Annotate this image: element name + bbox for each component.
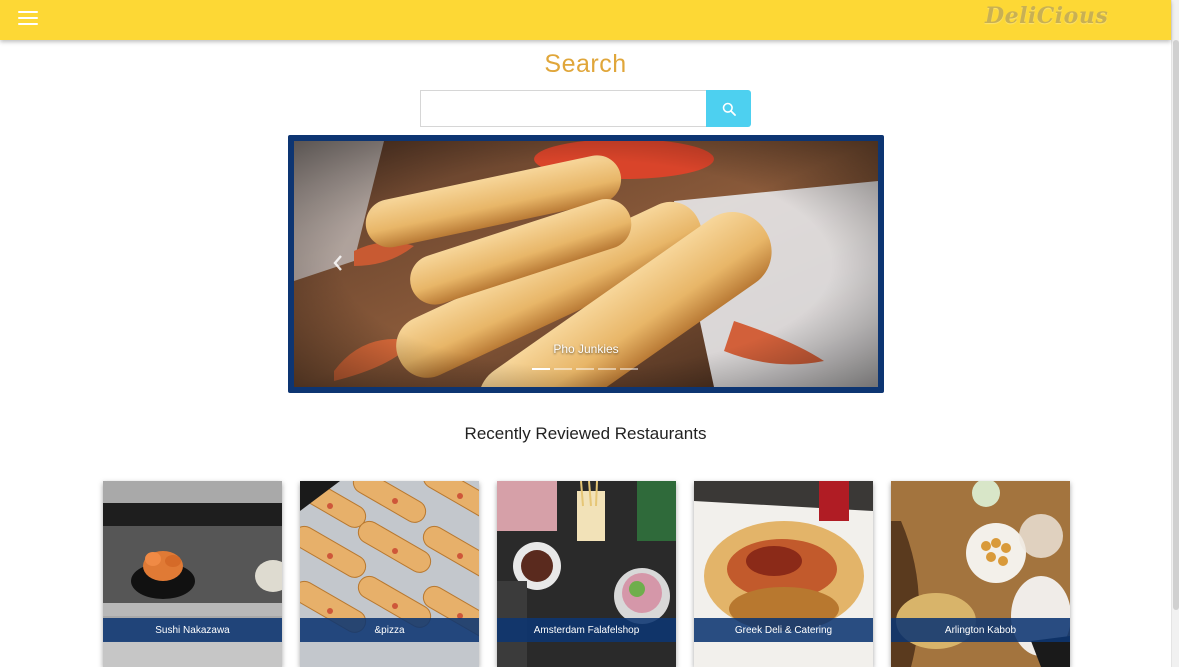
restaurant-card[interactable]: Sushi Nakazawa bbox=[103, 481, 282, 667]
restaurant-card-list: Sushi Nakazawa &pizza Amsterdam Falafels… bbox=[103, 481, 1070, 667]
restaurant-card[interactable]: Arlington Kabob bbox=[891, 481, 1070, 667]
featured-carousel: Pho Junkies bbox=[288, 135, 884, 393]
restaurant-card[interactable]: Amsterdam Falafelshop bbox=[497, 481, 676, 667]
search-button[interactable] bbox=[706, 90, 751, 127]
carousel-indicator-4[interactable] bbox=[598, 368, 616, 370]
restaurant-name: &pizza bbox=[300, 618, 479, 642]
search-icon bbox=[722, 102, 736, 116]
recently-reviewed-heading: Recently Reviewed Restaurants bbox=[464, 424, 707, 443]
brand-logo[interactable]: DeliCious bbox=[985, 3, 1108, 29]
carousel-caption: Pho Junkies bbox=[553, 342, 619, 356]
hamburger-menu-icon[interactable] bbox=[18, 11, 38, 27]
page-scrollbar[interactable] bbox=[1171, 0, 1179, 667]
carousel-indicators bbox=[532, 368, 638, 370]
search-input[interactable] bbox=[420, 90, 707, 127]
carousel-slide[interactable]: Pho Junkies bbox=[294, 141, 878, 387]
carousel-indicator-2[interactable] bbox=[554, 368, 572, 370]
carousel-indicator-3[interactable] bbox=[576, 368, 594, 370]
chevron-left-icon[interactable] bbox=[332, 254, 344, 272]
search-heading: Search bbox=[544, 50, 627, 78]
top-navbar: DeliCious bbox=[0, 0, 1171, 40]
restaurant-name: Sushi Nakazawa bbox=[103, 618, 282, 642]
carousel-indicator-5[interactable] bbox=[620, 368, 638, 370]
restaurant-card[interactable]: &pizza bbox=[300, 481, 479, 667]
restaurant-name: Arlington Kabob bbox=[891, 618, 1070, 642]
scrollbar-thumb[interactable] bbox=[1173, 40, 1179, 610]
restaurant-card[interactable]: Greek Deli & Catering bbox=[694, 481, 873, 667]
carousel-indicator-1[interactable] bbox=[532, 368, 550, 370]
restaurant-name: Amsterdam Falafelshop bbox=[497, 618, 676, 642]
restaurant-name: Greek Deli & Catering bbox=[694, 618, 873, 642]
